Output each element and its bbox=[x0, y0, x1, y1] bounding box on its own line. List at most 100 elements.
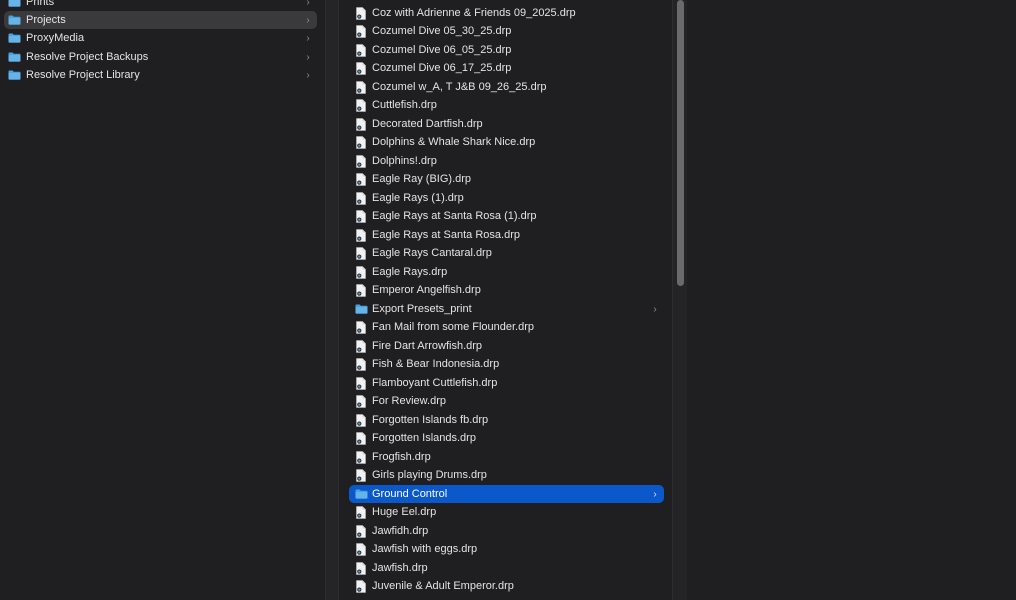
drp-file-icon bbox=[356, 191, 366, 205]
file-row[interactable]: Juvenile & Adult Emperor.drp bbox=[349, 577, 664, 595]
file-row[interactable]: Forgotten Islands fb.drp bbox=[349, 411, 664, 429]
file-label: Eagle Rays Cantaral.drp bbox=[372, 247, 492, 259]
file-label: Fish & Bear Indonesia.drp bbox=[372, 358, 500, 370]
file-label: Forgotten Islands fb.drp bbox=[372, 414, 489, 426]
chevron-right-icon: › bbox=[306, 32, 310, 44]
projects-column[interactable]: Coz with Adrienne & Friends 09_2025.drp … bbox=[339, 0, 672, 600]
file-label: Cozumel Dive 06_05_25.drp bbox=[372, 44, 512, 56]
folder-icon bbox=[8, 70, 21, 80]
file-row[interactable]: Eagle Ray (BIG).drp bbox=[349, 170, 664, 188]
file-row[interactable]: Jawfish.drp bbox=[349, 559, 664, 577]
file-label: Cozumel Dive 05_30_25.drp bbox=[372, 25, 512, 37]
file-label: Decorated Dartfish.drp bbox=[372, 118, 483, 130]
file-row[interactable]: Huge Eel.drp bbox=[349, 503, 664, 521]
file-row[interactable]: Eagle Rays at Santa Rosa.drp bbox=[349, 226, 664, 244]
drp-file-icon bbox=[356, 283, 366, 297]
file-row[interactable]: Fish & Bear Indonesia.drp bbox=[349, 355, 664, 373]
drp-file-icon bbox=[356, 450, 366, 464]
drp-file-icon bbox=[356, 468, 366, 482]
file-row[interactable]: Flamboyant Cuttlefish.drp bbox=[349, 374, 664, 392]
folder-label: Resolve Project Backups bbox=[26, 51, 149, 63]
drp-file-icon bbox=[356, 542, 366, 556]
column-divider[interactable] bbox=[326, 0, 339, 600]
ground-control-column[interactable] bbox=[687, 0, 1016, 600]
file-row[interactable]: Dolphins & Whale Shark Nice.drp bbox=[349, 133, 664, 151]
file-row[interactable]: For Review.drp bbox=[349, 392, 664, 410]
drp-file-icon bbox=[356, 98, 366, 112]
folder-row-resolve-project-library[interactable]: Resolve Project Library › bbox=[4, 66, 317, 84]
file-label: Dolphins!.drp bbox=[372, 155, 437, 167]
file-label: Girls playing Drums.drp bbox=[372, 469, 487, 481]
drp-file-icon bbox=[356, 376, 366, 390]
folder-row-proxymedia[interactable]: ProxyMedia › bbox=[4, 29, 317, 47]
drp-file-icon bbox=[356, 209, 366, 223]
file-row[interactable]: Eagle Rays at Santa Rosa (1).drp bbox=[349, 207, 664, 225]
chevron-right-icon: › bbox=[653, 303, 657, 315]
folder-label: Resolve Project Library bbox=[26, 69, 140, 81]
folder-row-ground-control[interactable]: Ground Control › bbox=[349, 485, 664, 503]
drp-file-icon bbox=[356, 265, 366, 279]
file-label: For Review.drp bbox=[372, 395, 446, 407]
file-label: Frogfish.drp bbox=[372, 451, 431, 463]
folder-icon bbox=[355, 304, 368, 314]
file-label: Forgotten Islands.drp bbox=[372, 432, 476, 444]
file-label: Jawfidh.drp bbox=[372, 525, 429, 537]
file-row[interactable]: Decorated Dartfish.drp bbox=[349, 115, 664, 133]
file-label: Cozumel w_A, T J&B 09_26_25.drp bbox=[372, 81, 547, 93]
drp-file-icon bbox=[356, 24, 366, 38]
drp-file-icon bbox=[356, 61, 366, 75]
chevron-right-icon: › bbox=[653, 488, 657, 500]
drp-file-icon bbox=[356, 228, 366, 242]
file-row[interactable]: Frogfish.drp bbox=[349, 448, 664, 466]
drp-file-icon bbox=[356, 117, 366, 131]
drp-file-icon bbox=[356, 505, 366, 519]
folder-icon bbox=[8, 15, 21, 25]
drp-file-icon bbox=[356, 524, 366, 538]
drp-file-icon bbox=[356, 579, 366, 593]
file-row[interactable]: Coz with Adrienne & Friends 09_2025.drp bbox=[349, 4, 664, 22]
file-row[interactable]: Cozumel Dive 05_30_25.drp bbox=[349, 22, 664, 40]
drp-file-icon bbox=[356, 6, 366, 20]
chevron-right-icon: › bbox=[306, 51, 310, 63]
file-row[interactable]: Fan Mail from some Flounder.drp bbox=[349, 318, 664, 336]
file-label: Jawfish.drp bbox=[372, 562, 428, 574]
file-row[interactable]: Eagle Rays (1).drp bbox=[349, 189, 664, 207]
file-label: Huge Eel.drp bbox=[372, 506, 437, 518]
file-row[interactable]: Girls playing Drums.drp bbox=[349, 466, 664, 484]
file-label: Eagle Rays (1).drp bbox=[372, 192, 464, 204]
folder-icon bbox=[355, 489, 368, 499]
file-row[interactable]: Cozumel w_A, T J&B 09_26_25.drp bbox=[349, 78, 664, 96]
folder-row-projects[interactable]: Projects › bbox=[4, 11, 317, 29]
folder-row-export-presets[interactable]: Export Presets_print › bbox=[349, 300, 664, 318]
drp-file-icon bbox=[356, 172, 366, 186]
file-row[interactable]: Fire Dart Arrowfish.drp bbox=[349, 337, 664, 355]
file-row[interactable]: Cuttlefish.drp bbox=[349, 96, 664, 114]
scrollbar-thumb[interactable] bbox=[677, 0, 684, 286]
file-row[interactable]: Forgotten Islands.drp bbox=[349, 429, 664, 447]
file-label: Jawfish with eggs.drp bbox=[372, 543, 478, 555]
folder-row-prints[interactable]: Prints › bbox=[4, 0, 317, 11]
file-label: Flamboyant Cuttlefish.drp bbox=[372, 377, 498, 389]
parent-folder-column[interactable]: Prints › Projects › ProxyMedia › Resolve… bbox=[0, 0, 326, 600]
file-row[interactable]: Dolphins!.drp bbox=[349, 152, 664, 170]
drp-file-icon bbox=[356, 246, 366, 260]
drp-file-icon bbox=[356, 413, 366, 427]
file-row[interactable]: Eagle Rays Cantaral.drp bbox=[349, 244, 664, 262]
finder-window: Prints › Projects › ProxyMedia › Resolve… bbox=[0, 0, 1016, 600]
vertical-scrollbar[interactable] bbox=[672, 0, 688, 600]
file-row[interactable]: Jawfidh.drp bbox=[349, 522, 664, 540]
file-row[interactable]: Cozumel Dive 06_17_25.drp bbox=[349, 59, 664, 77]
file-row[interactable]: Cozumel Dive 06_05_25.drp bbox=[349, 41, 664, 59]
file-row[interactable]: Emperor Angelfish.drp bbox=[349, 281, 664, 299]
file-label: Dolphins & Whale Shark Nice.drp bbox=[372, 136, 536, 148]
folder-label: Ground Control bbox=[372, 488, 448, 500]
folder-row-resolve-project-backups[interactable]: Resolve Project Backups › bbox=[4, 48, 317, 66]
file-row[interactable]: Eagle Rays.drp bbox=[349, 263, 664, 281]
file-label: Eagle Rays.drp bbox=[372, 266, 448, 278]
file-label: Cozumel Dive 06_17_25.drp bbox=[372, 62, 512, 74]
drp-file-icon bbox=[356, 357, 366, 371]
folder-label: Export Presets_print bbox=[372, 303, 472, 315]
drp-file-icon bbox=[356, 80, 366, 94]
file-label: Fire Dart Arrowfish.drp bbox=[372, 340, 483, 352]
file-row[interactable]: Jawfish with eggs.drp bbox=[349, 540, 664, 558]
